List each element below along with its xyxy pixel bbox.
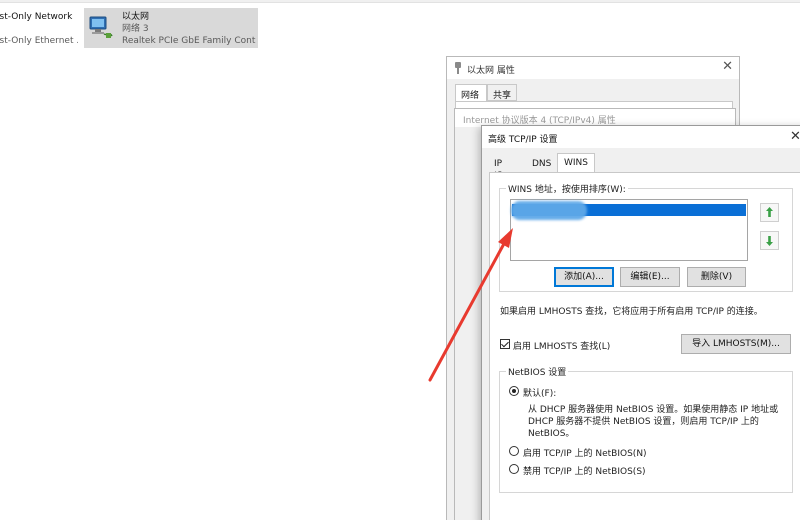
netbios-default-label[interactable]: 默认(F):	[523, 386, 556, 399]
netbios-group-label: NetBIOS 设置	[506, 365, 569, 378]
wins-address-label: WINS 地址，按使用排序(W):	[506, 182, 628, 195]
advanced-tcpip-dialog: 高级 TCP/IP 设置 ✕ IP 设置 DNS WINS WINS 地址，按使…	[481, 125, 800, 520]
wins-panel: WINS 地址，按使用排序(W): 添加(A)... 编辑(E)... 删除(V…	[489, 172, 800, 520]
adapter-network: 网络 3	[122, 24, 149, 34]
adapter-device: Realtek PCIe GbE Family Contr...	[122, 36, 256, 46]
close-icon[interactable]: ✕	[790, 129, 800, 144]
edit-button[interactable]: 编辑(E)...	[620, 267, 680, 287]
netbios-enable-label[interactable]: 启用 TCP/IP 上的 NetBIOS(N)	[523, 446, 647, 459]
wins-address-list[interactable]	[510, 199, 748, 261]
netbios-enable-radio[interactable]	[509, 446, 519, 456]
netbios-default-radio[interactable]	[509, 386, 519, 396]
dialog-title: 以太网 属性	[467, 66, 515, 76]
adapter-ethernet[interactable]: 以太网 网络 3 Realtek PCIe GbE Family Contr..…	[84, 8, 258, 48]
adapter-hostonly[interactable]: ost-Only Network ost-Only Ethernet ...	[0, 8, 78, 48]
dialog-titlebar: 高级 TCP/IP 设置 ✕	[482, 126, 800, 148]
network-adapter-icon	[89, 16, 113, 38]
netbios-disable-radio[interactable]	[509, 464, 519, 474]
tab-sharing[interactable]: 共享	[487, 84, 517, 101]
redacted-address	[511, 201, 587, 220]
close-icon[interactable]: ✕	[722, 59, 733, 74]
tab-dns[interactable]: DNS	[527, 155, 556, 172]
window-top-edge	[0, 0, 800, 3]
tab-ip-settings[interactable]: IP 设置	[489, 155, 508, 195]
move-down-icon	[766, 236, 773, 246]
desktop: ost-Only Network ost-Only Ethernet ... 以…	[0, 0, 800, 520]
move-up-icon	[766, 207, 773, 217]
tab-network[interactable]: 网络	[455, 84, 487, 102]
netbios-disable-label[interactable]: 禁用 TCP/IP 上的 NetBIOS(S)	[523, 464, 646, 477]
adapter-description: ost-Only Ethernet ...	[0, 36, 78, 46]
lmhosts-checkbox-label[interactable]: 启用 LMHOSTS 查找(L)	[513, 339, 610, 352]
dialog-title: 高级 TCP/IP 设置	[488, 135, 558, 145]
dialog-titlebar: 以太网 属性 ✕	[447, 57, 739, 79]
adapter-name: ost-Only Network	[0, 12, 73, 22]
adapter-name: 以太网	[122, 12, 150, 22]
move-up-button[interactable]	[760, 203, 779, 222]
import-lmhosts-button[interactable]: 导入 LMHOSTS(M)...	[681, 334, 791, 354]
move-down-button[interactable]	[760, 231, 779, 250]
add-button[interactable]: 添加(A)...	[554, 267, 614, 287]
netbios-default-description: NetBIOS。	[528, 429, 575, 439]
lmhosts-note: 如果启用 LMHOSTS 查找，它将应用于所有启用 TCP/IP 的连接。	[500, 307, 763, 317]
delete-button[interactable]: 删除(V)	[687, 267, 746, 287]
tab-wins[interactable]: WINS	[557, 153, 595, 173]
lmhosts-checkbox[interactable]	[500, 339, 510, 349]
network-properties-icon	[455, 62, 461, 74]
